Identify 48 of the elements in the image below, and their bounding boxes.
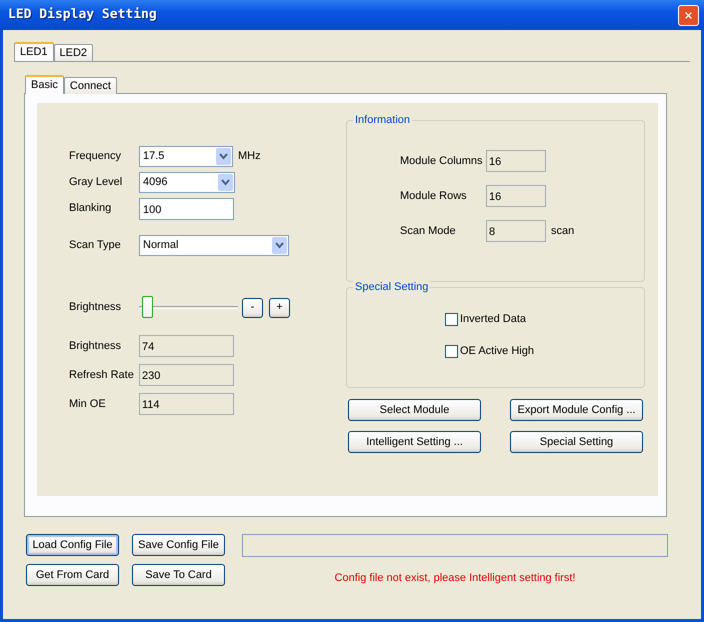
file-button[interactable]: Get From Card <box>26 564 119 586</box>
slider-label: Brightness <box>69 300 122 316</box>
step-button[interactable]: - <box>242 298 263 318</box>
action-button[interactable]: Select Module <box>348 399 481 421</box>
readonly-field: 16 <box>486 150 546 172</box>
checkbox-label: OE Active High <box>460 344 534 359</box>
action-button[interactable]: Export Module Config ... <box>510 399 643 421</box>
field-label: Frequency <box>69 149 122 164</box>
file-button[interactable]: Save To Card <box>132 564 225 586</box>
checkbox-label: Inverted Data <box>460 312 526 327</box>
field-label: Module Columns <box>400 154 484 169</box>
field-label: Refresh Rate <box>69 368 135 383</box>
close-icon <box>685 10 692 20</box>
field-label: Scan Mode <box>400 224 457 239</box>
window-title: LED Display Setting <box>8 6 157 24</box>
slider-track[interactable] <box>139 295 238 320</box>
file-button[interactable]: Save Config File <box>132 534 225 556</box>
readonly-field: 114 <box>139 393 234 415</box>
tab[interactable]: LED1 <box>14 42 54 61</box>
slider-thumb[interactable] <box>142 296 153 318</box>
dropdown[interactable]: 4096 <box>139 172 235 193</box>
readonly-field: 8 <box>486 220 546 242</box>
tab[interactable]: LED2 <box>54 44 94 61</box>
field-label: Brightness <box>69 338 122 354</box>
action-button[interactable]: Special Setting <box>510 431 643 453</box>
error-message: Config file not exist, please Intelligent setting first! <box>334 572 576 584</box>
field-label: Scan Type <box>69 238 122 254</box>
group-title: Special Setting <box>353 281 430 294</box>
tab[interactable]: Connect <box>64 77 117 94</box>
readonly-field: 74 <box>139 335 234 357</box>
file-button[interactable]: Load Config File <box>26 534 119 556</box>
field-label: Gray Level <box>69 175 124 190</box>
dropdown[interactable]: 17.5 <box>139 146 233 167</box>
unit-label: MHz <box>238 149 261 164</box>
field-label: Blanking <box>69 201 112 216</box>
checkbox[interactable] <box>445 344 458 358</box>
step-button[interactable]: + <box>269 298 290 318</box>
tab[interactable]: Basic <box>25 75 64 94</box>
text-field[interactable]: 100 <box>139 198 234 220</box>
action-button[interactable]: Intelligent Setting ... <box>348 431 481 453</box>
unit-label: scan <box>551 224 574 239</box>
close-button[interactable] <box>678 4 699 26</box>
readonly-field: 230 <box>139 364 234 386</box>
checkbox[interactable] <box>445 312 458 326</box>
dropdown[interactable]: Normal <box>139 235 289 256</box>
readonly-field: 16 <box>486 185 546 207</box>
field-label: Module Rows <box>400 188 468 204</box>
field-label: Min OE <box>69 396 107 412</box>
